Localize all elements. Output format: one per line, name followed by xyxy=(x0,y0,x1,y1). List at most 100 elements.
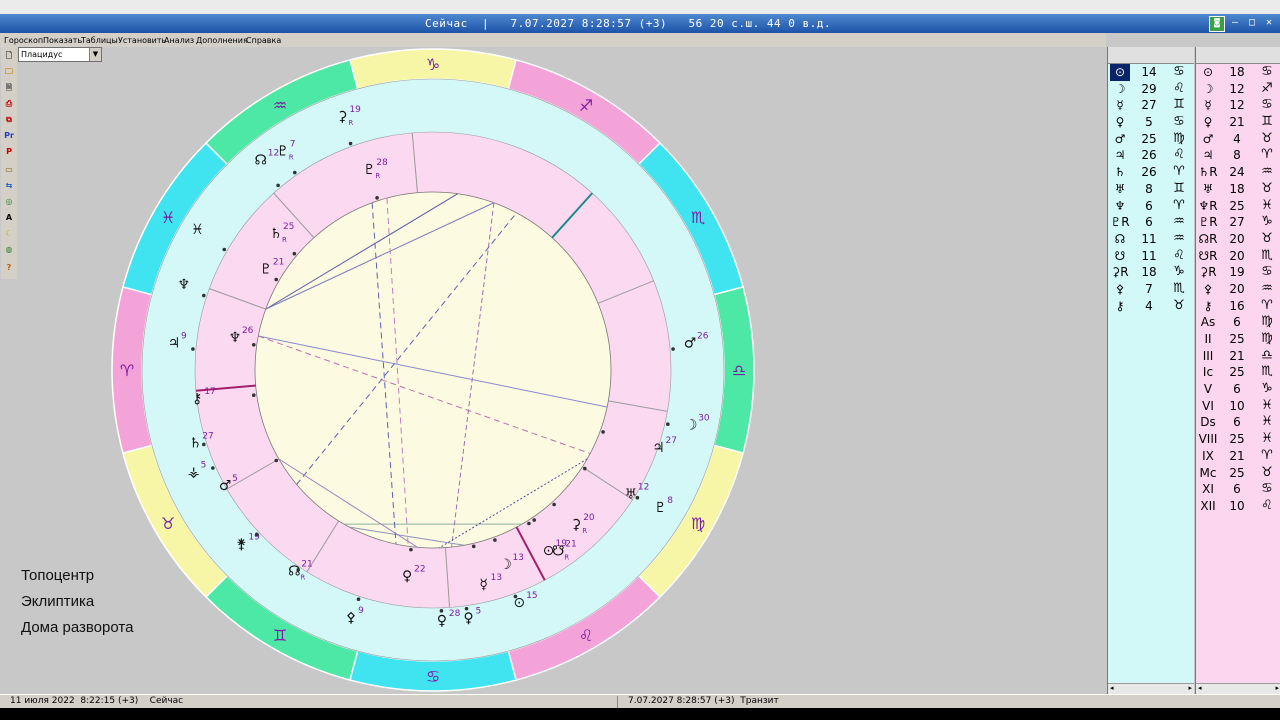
table-row[interactable]: II 25 ♍ xyxy=(1196,331,1280,348)
table-row[interactable]: ☊R 20 ♉ xyxy=(1196,231,1280,248)
planet-glyph-icon: ♀ xyxy=(402,568,412,584)
row-sign-glyph: ♈ xyxy=(1261,447,1273,463)
table-row[interactable]: ♀ 5 ♋ xyxy=(1108,114,1194,131)
zodiac-sign-glyph: ♑ xyxy=(426,55,440,74)
planet-tick xyxy=(254,532,259,537)
table-row[interactable]: ☽ 29 ♌ xyxy=(1108,81,1194,98)
table-row[interactable]: VIII 25 ♓ xyxy=(1196,431,1280,448)
table-row[interactable]: ☿ 12 ♋ xyxy=(1196,97,1280,114)
table-row[interactable]: ☿ 27 ♊ xyxy=(1108,97,1194,114)
row-degree: 7 xyxy=(1145,281,1153,296)
row-body-glyph: ⚷ xyxy=(1115,298,1125,313)
row-degree: 25 xyxy=(1141,131,1157,146)
row-body-glyph: ♄ xyxy=(1114,165,1126,180)
row-body-glyph: ♆ xyxy=(1114,198,1126,213)
table-row[interactable]: ♀ 21 ♊ xyxy=(1196,114,1280,131)
table-row[interactable]: ⚴ 20 ♒ xyxy=(1196,281,1280,298)
row-body-glyph: ⚳R xyxy=(1199,265,1217,280)
menu-settings[interactable]: Установить xyxy=(118,36,166,45)
menu-tables[interactable]: Таблицы xyxy=(81,36,118,45)
row-sign-glyph: ♋ xyxy=(1261,264,1273,280)
retrograde-mark: R xyxy=(282,236,287,244)
retrograde-mark: R xyxy=(289,153,294,161)
row-degree: 25 xyxy=(1229,198,1245,213)
table-row[interactable]: ♃ 26 ♌ xyxy=(1108,147,1194,164)
restore-icon[interactable]: □ xyxy=(1245,16,1259,30)
retrograde-mark: R xyxy=(300,574,305,582)
planet-glyph-icon: ⚷ xyxy=(192,391,202,407)
table-row[interactable]: ♃ 8 ♈ xyxy=(1196,147,1280,164)
table-row[interactable]: ♇R 27 ♑ xyxy=(1196,214,1280,231)
ecliptic-label: Эклиптика xyxy=(21,593,95,610)
row-degree: 25 xyxy=(1229,365,1245,380)
table-row[interactable]: ♆R 25 ♓ xyxy=(1196,198,1280,215)
table-row[interactable]: ♄ 26 ♈ xyxy=(1108,164,1194,181)
bottom-strip xyxy=(0,708,1280,720)
table-row[interactable]: III 21 ♎ xyxy=(1196,348,1280,365)
row-body-glyph: ♇R xyxy=(1110,215,1130,230)
planet-glyph-icon: ☊ xyxy=(255,153,267,169)
menu-help[interactable]: Справка xyxy=(246,36,281,45)
table-row[interactable]: Ds 6 ♓ xyxy=(1196,414,1280,431)
table-row[interactable]: XI 6 ♋ xyxy=(1196,481,1280,498)
scroll-left-icon[interactable]: ◂ xyxy=(1110,684,1114,692)
planet-tick xyxy=(274,277,279,282)
row-degree: 21 xyxy=(1229,348,1245,363)
planet-degree: 5 xyxy=(201,461,207,471)
planet-tick xyxy=(582,466,587,471)
menu-show[interactable]: Показать xyxy=(43,36,82,45)
table-row[interactable]: Ic 25 ♏ xyxy=(1196,364,1280,381)
close-icon[interactable]: ✕ xyxy=(1262,16,1276,30)
zodiac-sign-glyph: ♓ xyxy=(161,208,175,227)
table-row[interactable]: ⚷ 4 ♉ xyxy=(1108,298,1194,315)
menu-extras[interactable]: Дополнения xyxy=(196,36,248,45)
table-row[interactable]: IX 21 ♈ xyxy=(1196,448,1280,465)
table-row[interactable]: VI 10 ♓ xyxy=(1196,398,1280,415)
table-row[interactable]: ♄R 24 ♒ xyxy=(1196,164,1280,181)
app-icon[interactable]: ◙ xyxy=(1209,16,1225,32)
title-bar: Сейчас | 7.07.2027 8:28:57 (+3) 56 20 с.… xyxy=(0,14,1280,33)
horizontal-scrollbar[interactable]: ◂ ▸ xyxy=(1196,683,1280,694)
row-body-glyph: ☋ xyxy=(1114,248,1126,263)
natal-chart-wheel[interactable]: ♑♐♏♎♍♌♋♊♉♈♓♒ ⚳ 19R♇ 7R☊ 12♓♆♃ 9⚷ 17♄ 27⚶ 5♂ 5⚵ 19… xyxy=(0,47,1106,694)
planet-tick xyxy=(211,466,215,470)
table-row[interactable]: ☊ 11 ♒ xyxy=(1108,231,1194,248)
table-row[interactable]: Mc 25 ♉ xyxy=(1196,465,1280,482)
row-sign-glyph: ♈ xyxy=(1173,197,1185,213)
planet-glyph-icon: ♄ xyxy=(270,226,283,242)
table-header xyxy=(1196,47,1280,64)
planet-degree: 12 xyxy=(638,483,649,493)
table-row[interactable]: ♂ 25 ♍ xyxy=(1108,131,1194,148)
table-row[interactable]: ⊙ 14 ♋ xyxy=(1108,64,1194,81)
row-body-glyph: ♂ xyxy=(1114,131,1126,146)
scroll-left-icon[interactable]: ◂ xyxy=(1198,684,1202,692)
menu-analysis[interactable]: Анализ xyxy=(164,36,194,45)
scroll-right-icon[interactable]: ▸ xyxy=(1275,684,1279,692)
table-row[interactable]: As 6 ♍ xyxy=(1196,314,1280,331)
table-row[interactable]: XII 10 ♌ xyxy=(1196,498,1280,515)
table-row[interactable]: ♆ 6 ♈ xyxy=(1108,198,1194,215)
table-row[interactable]: ☽ 12 ♐ xyxy=(1196,81,1280,98)
row-sign-glyph: ♒ xyxy=(1261,280,1273,296)
table-row[interactable]: ♂ 4 ♉ xyxy=(1196,131,1280,148)
planet-glyph-icon: ⚵ xyxy=(236,537,246,553)
table-row[interactable]: ⚳R 18 ♑ xyxy=(1108,264,1194,281)
table-row[interactable]: ☋R 20 ♏ xyxy=(1196,248,1280,265)
table-row[interactable]: ♇R 6 ♒ xyxy=(1108,214,1194,231)
row-sign-glyph: ♊ xyxy=(1173,180,1185,196)
scroll-right-icon[interactable]: ▸ xyxy=(1188,684,1192,692)
table-row[interactable]: ⚷ 16 ♈ xyxy=(1196,298,1280,315)
table-row[interactable]: ☋ 11 ♌ xyxy=(1108,248,1194,265)
table-row[interactable]: ♅ 8 ♊ xyxy=(1108,181,1194,198)
retrograde-mark: R xyxy=(348,119,353,127)
table-row[interactable]: ♅ 18 ♉ xyxy=(1196,181,1280,198)
menu-horoscope[interactable]: Гороскоп xyxy=(4,36,43,45)
planet-glyph-icon: ♄ xyxy=(189,435,202,451)
row-body-glyph: ☋R xyxy=(1198,248,1218,263)
table-row[interactable]: ⚴ 7 ♏ xyxy=(1108,281,1194,298)
table-row[interactable]: ⚳R 19 ♋ xyxy=(1196,264,1280,281)
minimize-icon[interactable]: – xyxy=(1228,16,1242,30)
horizontal-scrollbar[interactable]: ◂ ▸ xyxy=(1108,683,1194,694)
table-row[interactable]: ⊙ 18 ♋ xyxy=(1196,64,1280,81)
table-row[interactable]: V 6 ♑ xyxy=(1196,381,1280,398)
